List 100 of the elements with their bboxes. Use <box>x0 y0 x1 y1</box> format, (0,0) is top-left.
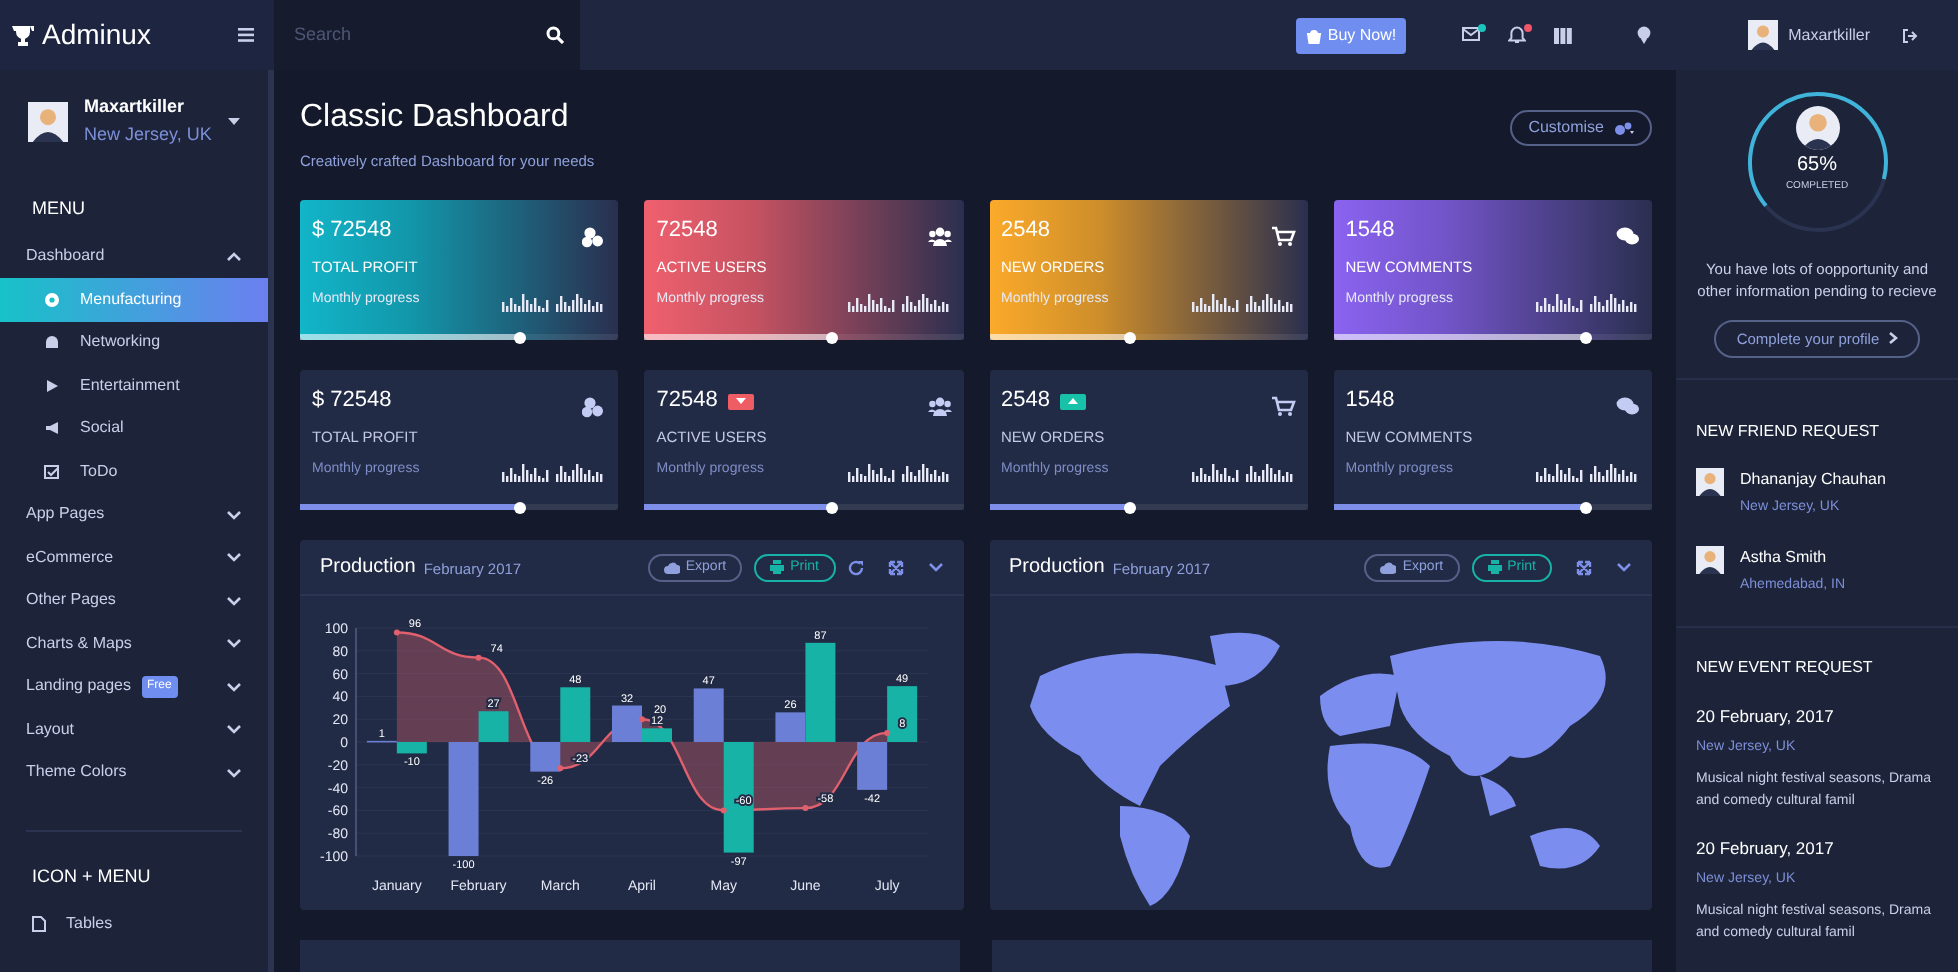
section-heading: ICON + MENU <box>30 864 153 890</box>
customise-button[interactable]: Customise <box>1510 110 1652 146</box>
trophy-icon <box>12 24 34 46</box>
sparkline-drawing <box>502 461 607 481</box>
slider-thumb[interactable] <box>826 331 839 344</box>
point <box>802 805 809 812</box>
caret-down-icon <box>735 398 746 404</box>
expand-icon[interactable] <box>1576 559 1592 576</box>
bar <box>857 742 888 791</box>
sidebar-item[interactable]: Theme Colors <box>0 751 268 794</box>
printer-icon <box>1487 560 1502 575</box>
user-location: New Jersey, UK <box>84 121 212 148</box>
printer-icon <box>770 560 785 575</box>
menu-icon[interactable] <box>238 28 254 42</box>
chevron-down-icon[interactable] <box>226 636 242 651</box>
sidebar-item[interactable]: ToDo <box>0 450 268 493</box>
chevron-down-icon[interactable] <box>226 550 242 565</box>
panel-title: Production <box>1009 554 1105 583</box>
chevron-down-icon[interactable] <box>1616 560 1632 575</box>
sidebar-item[interactable]: Other Pages <box>0 579 268 622</box>
sparkline-drawing <box>847 291 951 311</box>
sidebar-item[interactable]: App Pages <box>0 493 268 536</box>
chevron-down-icon[interactable] <box>226 593 242 608</box>
sidebar-item[interactable]: Networking <box>0 321 268 364</box>
stat-value: 2548 <box>1001 386 1050 417</box>
slider-thumb[interactable] <box>1579 501 1592 514</box>
disc-icon <box>44 291 60 308</box>
point <box>884 730 891 737</box>
sidebar-item[interactable]: eCommerce <box>0 536 268 579</box>
chevron-down-icon[interactable] <box>927 560 943 575</box>
stat-value: 1548 <box>1345 216 1395 247</box>
sidebar-item[interactable]: Charts & Maps <box>0 622 268 665</box>
chat-icon <box>1616 396 1640 419</box>
event-date: 20 February, 2017 <box>1696 703 1836 729</box>
stat-value: 72548 <box>656 386 718 417</box>
caret-up-icon <box>1067 398 1078 404</box>
chevron-up-icon[interactable] <box>226 249 242 264</box>
gears-icon <box>1614 121 1634 135</box>
slider-thumb[interactable] <box>513 331 526 344</box>
section-heading: MENU <box>30 196 87 222</box>
chevron-down-icon[interactable] <box>226 765 242 780</box>
stat-value: 72548 <box>656 216 718 247</box>
mail-icon[interactable] <box>1462 26 1481 44</box>
basket-icon <box>1305 27 1322 43</box>
sparkline-drawing <box>1191 461 1296 481</box>
sparkline-drawing <box>847 461 951 481</box>
document-icon <box>32 916 46 933</box>
panel-title: Production <box>320 554 416 583</box>
bell-icon[interactable] <box>1508 26 1527 44</box>
slider-thumb[interactable] <box>1579 331 1592 344</box>
slider-thumb[interactable] <box>826 501 839 514</box>
slider-thumb[interactable] <box>513 501 526 514</box>
avatar-icon <box>1696 546 1724 575</box>
play-icon <box>44 377 60 394</box>
cart-icon <box>1271 396 1296 419</box>
stat-value: 2548 <box>1001 216 1050 247</box>
sparkline-drawing <box>1536 291 1640 311</box>
slider-thumb[interactable] <box>1123 501 1136 514</box>
refresh-icon[interactable] <box>847 559 863 576</box>
avatar-icon <box>28 101 68 141</box>
sidebar-item[interactable]: Social <box>0 407 268 450</box>
users-icon <box>927 226 951 249</box>
chevron-down-icon[interactable] <box>226 507 242 522</box>
avatar-icon[interactable] <box>1748 20 1779 50</box>
expand-icon[interactable] <box>887 559 903 576</box>
cubes-icon <box>582 226 607 249</box>
avatar-icon <box>1696 467 1724 496</box>
chevron-down-icon[interactable] <box>226 679 242 694</box>
sparkline-drawing <box>1191 291 1296 311</box>
friend-name[interactable]: Astha Smith <box>1740 546 1846 571</box>
sparkline-drawing <box>502 291 607 311</box>
friend-name[interactable]: Dhananjay Chauhan <box>1740 467 1886 492</box>
stat-value: $ 72548 <box>312 386 392 417</box>
logout-icon[interactable] <box>1902 27 1918 43</box>
location-pin-icon[interactable] <box>1636 26 1653 44</box>
user-name[interactable]: Maxartkiller <box>1788 23 1870 47</box>
brand-name: Adminux <box>42 16 151 54</box>
sidebar-item[interactable]: Tables <box>0 903 268 946</box>
chevron-down-icon[interactable] <box>226 722 242 737</box>
grid-icon[interactable] <box>1554 27 1573 43</box>
caret-icon[interactable] <box>228 117 240 125</box>
cart-icon <box>1271 226 1296 249</box>
point <box>557 765 564 772</box>
search-icon[interactable] <box>546 26 564 44</box>
chat-icon <box>1616 226 1640 249</box>
sidebar-item[interactable]: Layout <box>0 708 268 751</box>
search-bar[interactable]: Search <box>274 0 580 70</box>
point <box>475 655 482 662</box>
avatar-icon <box>1795 106 1839 150</box>
cubes-icon <box>582 396 607 419</box>
point <box>720 807 727 814</box>
sidebar-item[interactable]: Dashboard <box>0 235 268 278</box>
sidebar-item[interactable]: Entertainment <box>0 364 268 407</box>
slider-thumb[interactable] <box>1123 331 1136 344</box>
section-heading: NEW FRIEND REQUEST <box>1696 419 1882 444</box>
bar <box>887 686 918 743</box>
search-field[interactable]: Search <box>290 19 530 51</box>
page-title: Classic Dashboard <box>300 98 571 138</box>
point <box>393 630 400 637</box>
dashboard-icon <box>44 334 60 351</box>
